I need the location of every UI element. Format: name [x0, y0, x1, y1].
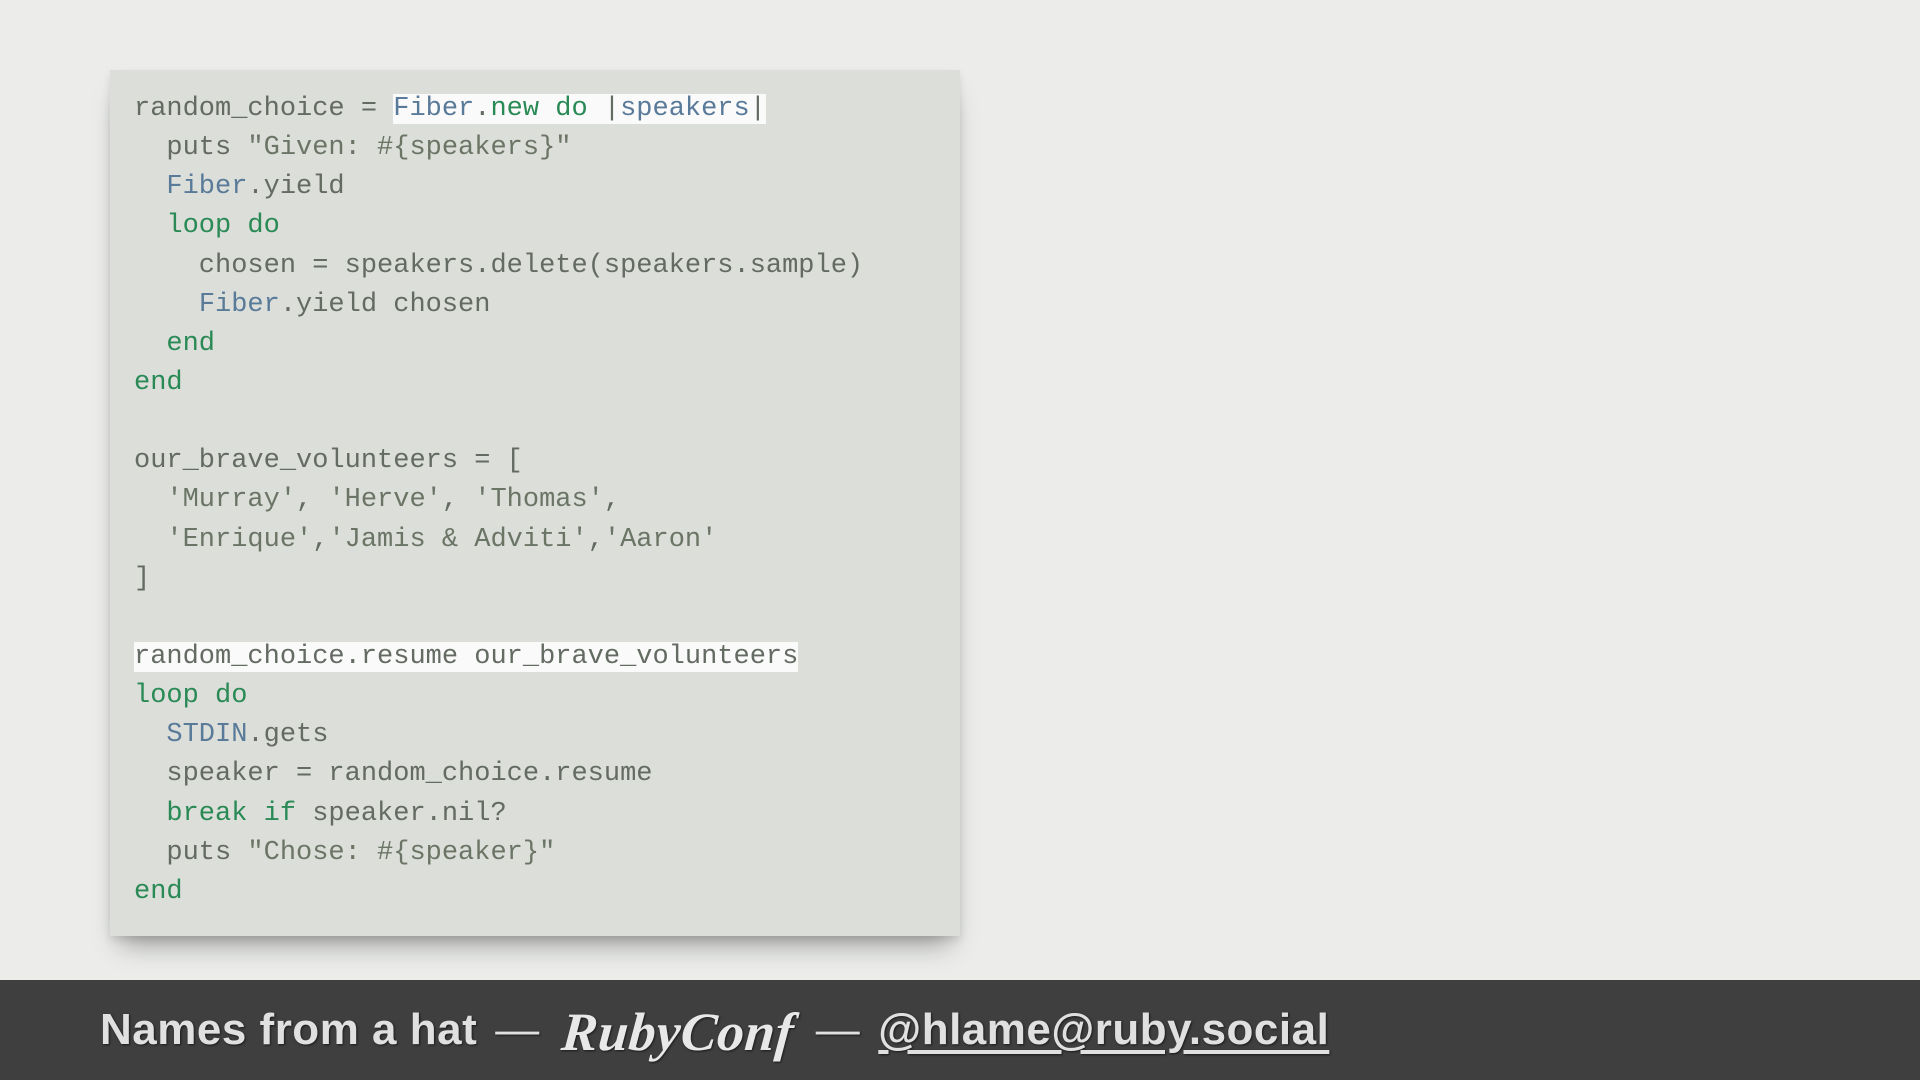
code-token	[134, 211, 166, 241]
code-token: do	[555, 94, 587, 124]
code-token: 'Aaron'	[604, 525, 717, 555]
code-token: speaker.nil?	[296, 799, 507, 829]
code-token	[231, 211, 247, 241]
code-token	[247, 799, 263, 829]
slide-footer: Names from a hat — RubyConf — @hlame@rub…	[0, 980, 1920, 1080]
code-token: ,	[312, 525, 328, 555]
code-token: 'Thomas'	[474, 485, 604, 515]
code-token: our_brave_volunteers = [	[134, 446, 523, 476]
code-token: speaker = random_choice.resume	[134, 759, 652, 789]
code-block: random_choice = Fiber.new do |speakers| …	[134, 90, 936, 912]
code-token: "Chose: #{speaker}"	[247, 838, 555, 868]
code-token: if	[264, 799, 296, 829]
code-token	[134, 172, 166, 202]
code-token: 'Jamis & Adviti'	[328, 525, 587, 555]
code-token: "Given: #{speakers}"	[247, 133, 571, 163]
code-token	[134, 720, 166, 750]
code-token: ,	[296, 485, 328, 515]
code-token: speakers	[620, 94, 750, 124]
code-token: break	[166, 799, 247, 829]
code-token	[539, 94, 555, 124]
footer-handle: @hlame@ruby.social	[878, 1005, 1329, 1055]
code-token: random_choice =	[134, 94, 393, 124]
code-token: puts	[134, 133, 247, 163]
code-token: puts	[134, 838, 247, 868]
code-token	[134, 485, 166, 515]
code-token: do	[247, 211, 279, 241]
code-token: end	[166, 329, 215, 359]
code-token: 'Murray'	[166, 485, 296, 515]
code-token: loop	[134, 681, 199, 711]
code-token: ,	[604, 485, 620, 515]
code-token: new	[490, 94, 539, 124]
code-token: .gets	[247, 720, 328, 750]
code-token: .	[474, 94, 490, 124]
code-token: |	[588, 94, 620, 124]
code-token	[134, 290, 199, 320]
code-token: Fiber	[166, 172, 247, 202]
code-token: 'Enrique'	[166, 525, 312, 555]
code-token: end	[134, 877, 183, 907]
code-token: ]	[134, 564, 150, 594]
footer-sep-left: —	[495, 1005, 540, 1055]
code-token: 'Herve'	[328, 485, 441, 515]
footer-title: Names from a hat	[100, 1005, 477, 1055]
code-token: ,	[588, 525, 604, 555]
code-token	[134, 329, 166, 359]
code-token: ,	[442, 485, 474, 515]
code-token: chosen = speakers.delete(speakers.sample…	[134, 251, 863, 281]
code-token: |	[750, 94, 766, 124]
code-token: Fiber	[199, 290, 280, 320]
code-token	[134, 525, 166, 555]
rubyconf-logo: RubyConf	[559, 1001, 796, 1063]
code-token	[134, 799, 166, 829]
code-token: end	[134, 368, 183, 398]
code-token	[199, 681, 215, 711]
code-token: Fiber	[393, 94, 474, 124]
footer-sep-right: —	[816, 1005, 861, 1055]
code-token: random_choice.resume our_brave_volunteer…	[134, 642, 798, 672]
code-token: .yield chosen	[280, 290, 491, 320]
code-token: loop	[166, 211, 231, 241]
code-card: random_choice = Fiber.new do |speakers| …	[110, 70, 960, 936]
code-token: .yield	[247, 172, 344, 202]
code-token: STDIN	[166, 720, 247, 750]
code-token: do	[215, 681, 247, 711]
